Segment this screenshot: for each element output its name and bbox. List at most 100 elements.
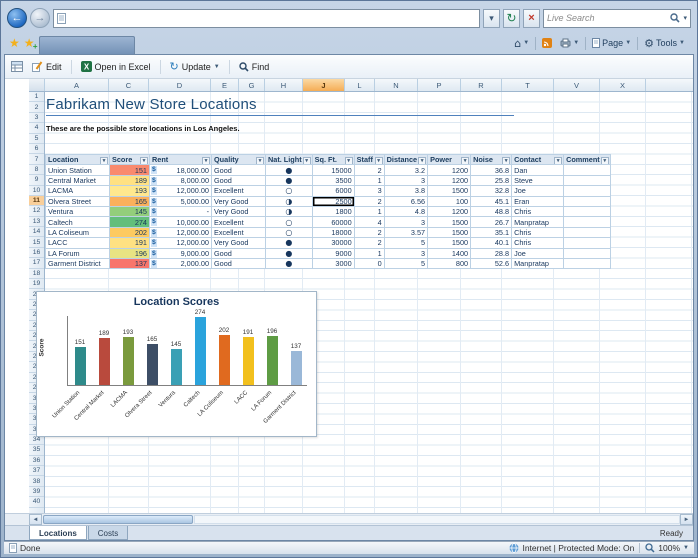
cell-quality[interactable]: Very Good xyxy=(212,196,266,206)
cell-noise[interactable]: 48.8 xyxy=(471,206,512,216)
cell-power[interactable]: 800 xyxy=(428,258,471,268)
cell-sqft[interactable]: 3000 xyxy=(312,258,354,268)
table-header-noise[interactable]: Noise▾ xyxy=(471,155,512,165)
cell-score[interactable]: 193 xyxy=(110,186,150,196)
filter-dropdown-icon[interactable]: ▾ xyxy=(461,157,469,165)
cell-quality[interactable]: Very Good xyxy=(212,206,266,216)
cell-comment[interactable] xyxy=(564,196,611,206)
cell-nat-light[interactable]: ○ xyxy=(266,227,313,237)
cell-sqft[interactable]: 2500 xyxy=(312,196,354,206)
column-header-R[interactable]: R xyxy=(461,79,502,91)
cell-power[interactable]: 1200 xyxy=(428,175,471,185)
scroll-left-icon[interactable]: ◄ xyxy=(29,514,42,525)
add-favorite-icon[interactable]: ★+ xyxy=(24,37,35,49)
cell-noise[interactable]: 32.8 xyxy=(471,186,512,196)
cell-rent[interactable]: $18,000.00 xyxy=(150,165,212,175)
cell-rent[interactable]: $5,000.00 xyxy=(150,196,212,206)
favorites-center-icon[interactable]: ★ xyxy=(9,37,20,49)
cell-contact[interactable]: Eran xyxy=(512,196,564,206)
cell-power[interactable]: 1400 xyxy=(428,248,471,258)
cell-sqft[interactable]: 1800 xyxy=(312,206,354,216)
search-icon[interactable] xyxy=(670,13,680,23)
cell-staff[interactable]: 2 xyxy=(354,238,384,248)
cell-noise[interactable]: 25.8 xyxy=(471,175,512,185)
cell-location[interactable]: LA Forum xyxy=(46,248,110,258)
cell-quality[interactable]: Good xyxy=(212,165,266,175)
tools-menu-button[interactable]: ⚙Tools▼ xyxy=(640,36,689,51)
cell-sqft[interactable]: 3500 xyxy=(312,175,354,185)
column-header-E[interactable]: E xyxy=(211,79,239,91)
filter-dropdown-icon[interactable]: ▾ xyxy=(502,157,510,165)
cell-noise[interactable]: 35.1 xyxy=(471,227,512,237)
column-header-X[interactable]: X xyxy=(600,79,646,91)
cell-contact[interactable]: Joe xyxy=(512,248,564,258)
cell-location[interactable]: Olvera Street xyxy=(46,196,110,206)
cell-rent[interactable]: $12,000.00 xyxy=(150,227,212,237)
cell-quality[interactable]: Good xyxy=(212,248,266,258)
cell-location[interactable]: LACC xyxy=(46,238,110,248)
edit-button[interactable]: Edit xyxy=(28,59,66,74)
cell-comment[interactable] xyxy=(564,175,611,185)
sheet-tab-costs[interactable]: Costs xyxy=(88,526,128,540)
cell-power[interactable]: 100 xyxy=(428,196,471,206)
cell-quality[interactable]: Good xyxy=(212,175,266,185)
home-button[interactable]: ⌂▼ xyxy=(510,36,533,51)
table-header-score[interactable]: Score▾ xyxy=(110,155,150,165)
cell-staff[interactable]: 3 xyxy=(354,186,384,196)
cell-comment[interactable] xyxy=(564,217,611,227)
cell-nat-light[interactable]: ● xyxy=(266,258,313,268)
cell-comment[interactable] xyxy=(564,227,611,237)
column-header-T[interactable]: T xyxy=(502,79,554,91)
cell-contact[interactable]: Manpratap xyxy=(512,217,564,227)
cell-power[interactable]: 1500 xyxy=(428,238,471,248)
cell-nat-light[interactable]: ● xyxy=(266,165,313,175)
cell-staff[interactable]: 4 xyxy=(354,217,384,227)
cell-contact[interactable]: Joe xyxy=(512,186,564,196)
cell-quality[interactable]: Excellent xyxy=(212,186,266,196)
cell-sqft[interactable]: 15000 xyxy=(312,165,354,175)
cell-rent[interactable]: $12,000.00 xyxy=(150,186,212,196)
cell-quality[interactable]: Very Good xyxy=(212,238,266,248)
cell-contact[interactable]: Chris xyxy=(512,206,564,216)
cell-comment[interactable] xyxy=(564,206,611,216)
cell-location[interactable]: Caltech xyxy=(46,217,110,227)
cell-distance[interactable]: 3 xyxy=(384,175,427,185)
cell-contact[interactable]: Manpratap xyxy=(512,258,564,268)
cell-distance[interactable]: 4.8 xyxy=(384,206,427,216)
scroll-right-icon[interactable]: ► xyxy=(680,514,693,525)
cell-distance[interactable]: 3.2 xyxy=(384,165,427,175)
cell-noise[interactable]: 26.7 xyxy=(471,217,512,227)
filter-dropdown-icon[interactable]: ▾ xyxy=(554,157,562,165)
column-header-J[interactable]: J xyxy=(303,79,345,91)
cell-noise[interactable]: 52.6 xyxy=(471,258,512,268)
browser-tab[interactable] xyxy=(39,36,135,54)
cell-sqft[interactable]: 60000 xyxy=(312,217,354,227)
cell-staff[interactable]: 1 xyxy=(354,248,384,258)
scrollbar-thumb[interactable] xyxy=(43,515,193,524)
cell-rent[interactable]: $10,000.00 xyxy=(150,217,212,227)
cell-power[interactable]: 1200 xyxy=(428,206,471,216)
cell-noise[interactable]: 40.1 xyxy=(471,238,512,248)
refresh-button[interactable]: ↻ xyxy=(503,9,520,28)
cell-location[interactable]: LA Coliseum xyxy=(46,227,110,237)
cell-rent[interactable]: $2,000.00 xyxy=(150,258,212,268)
cell-score[interactable]: 189 xyxy=(110,175,150,185)
location-scores-chart[interactable]: Location Scores Score 151189193165145274… xyxy=(36,291,317,437)
cell-power[interactable]: 1500 xyxy=(428,217,471,227)
table-header-contact[interactable]: Contact▾ xyxy=(512,155,564,165)
update-button[interactable]: ↻ Update ▼ xyxy=(166,59,224,74)
column-header-D[interactable]: D xyxy=(149,79,211,91)
table-header-location[interactable]: Location▾ xyxy=(46,155,110,165)
address-bar[interactable] xyxy=(53,9,480,28)
cell-rent[interactable]: $- xyxy=(150,206,212,216)
table-header-quality[interactable]: Quality▾ xyxy=(212,155,266,165)
cell-rent[interactable]: $9,000.00 xyxy=(150,248,212,258)
address-dropdown-button[interactable]: ▾ xyxy=(483,9,500,28)
cell-staff[interactable]: 2 xyxy=(354,227,384,237)
cell-contact[interactable]: Chris xyxy=(512,227,564,237)
table-header-nat-light[interactable]: Nat. Light▾ xyxy=(266,155,313,165)
cell-comment[interactable] xyxy=(564,186,611,196)
cell-distance[interactable]: 3 xyxy=(384,248,427,258)
table-header-power[interactable]: Power▾ xyxy=(428,155,471,165)
filter-dropdown-icon[interactable]: ▾ xyxy=(202,157,210,165)
